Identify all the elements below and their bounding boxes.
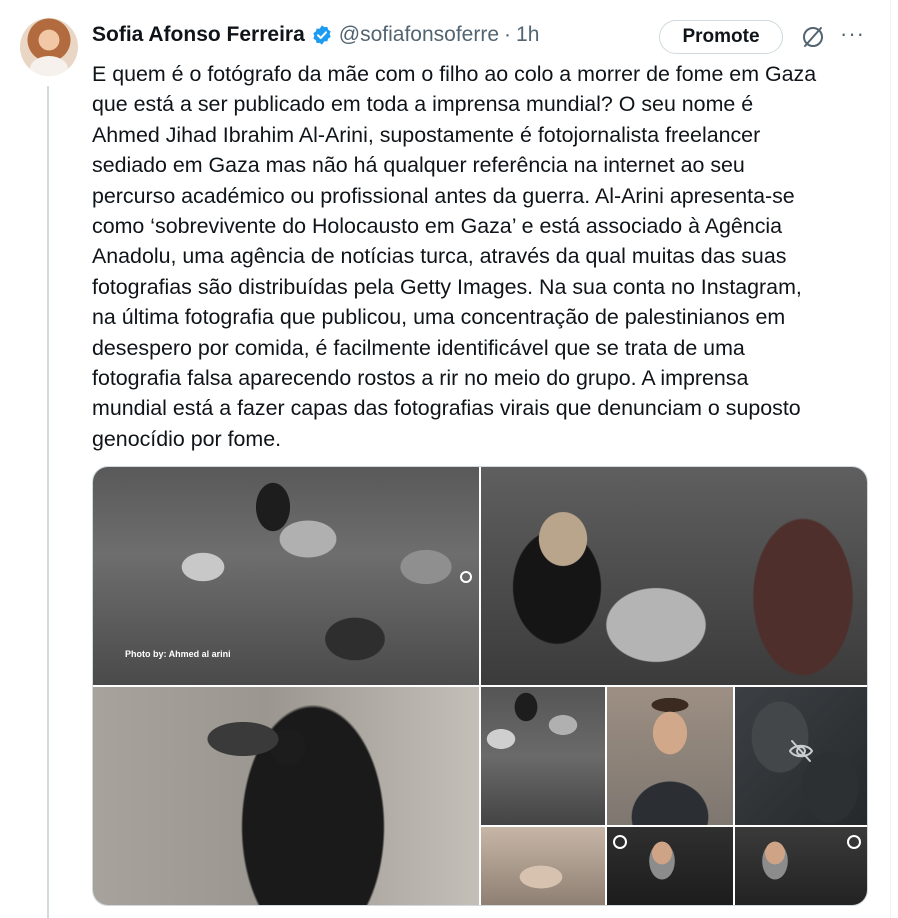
tweet-line: fotografias são distribuídas pela Getty …: [92, 274, 802, 299]
tweet-line: mundial está a fazer capas das fotografi…: [92, 396, 801, 421]
instagram-tile-woman-2[interactable]: [735, 827, 867, 905]
photo-crowd-with-pots[interactable]: Photo by: Ahmed al arini: [93, 467, 479, 685]
reel-icon: [847, 835, 861, 849]
timeline-border: [890, 0, 891, 918]
tweet-line: fotografia falsa aparecendo rostos a rir…: [92, 366, 749, 391]
instagram-tile-portrait[interactable]: [607, 687, 733, 825]
tweet-header: Sofia Afonso Ferreira @sofiafonsoferre ·…: [92, 20, 539, 50]
tweet-line: como ‘sobrevivente do Holocausto em Gaza…: [92, 214, 783, 239]
promote-button[interactable]: Promote: [659, 20, 783, 54]
tweet-line: sediado em Gaza mas não há qualquer refe…: [92, 153, 745, 178]
photo-girl-with-pot[interactable]: [481, 467, 867, 685]
eye-slash-icon: [788, 740, 814, 762]
grok-slash-icon[interactable]: [800, 24, 826, 50]
thread-line: [47, 86, 49, 918]
tweet-line: na última fotografia que publicou, uma c…: [92, 305, 786, 330]
tweet-line: Ahmed Jihad Ibrahim Al-Arini, supostamen…: [92, 122, 761, 147]
media-grid: Photo by: Ahmed al arini: [92, 466, 868, 906]
tweet-line: desespero por comida, é facilmente ident…: [92, 335, 745, 360]
photo-credit: Photo by: Ahmed al arini: [125, 649, 231, 659]
avatar[interactable]: [20, 18, 78, 76]
instagram-tile-hidden[interactable]: [735, 687, 867, 825]
instagram-tile-woman-1[interactable]: [607, 827, 733, 905]
tweet-line: genocídio por fome.: [92, 426, 282, 451]
avatar-shoulders: [30, 56, 68, 76]
tweet-text: E quem é o fotógrafo da mãe com o filho …: [92, 59, 882, 454]
photo-camera-gimbal[interactable]: [93, 687, 479, 905]
tweet-line: percurso académico ou profissional antes…: [92, 183, 795, 208]
tweet-line: E quem é o fotógrafo da mãe com o filho …: [92, 62, 817, 86]
instagram-tile-crowd[interactable]: [481, 687, 605, 825]
post-time[interactable]: 1h: [516, 23, 539, 47]
tweet-line: que está a ser publicado em toda a impre…: [92, 92, 754, 117]
reel-icon: [613, 835, 627, 849]
tweet-line: Anadolu, uma agência de notícias turca, …: [92, 244, 787, 269]
author-handle[interactable]: @sofiafonsoferre: [339, 23, 499, 47]
separator-dot: ·: [504, 23, 512, 46]
verified-badge-icon: [313, 25, 331, 45]
author-name[interactable]: Sofia Afonso Ferreira: [92, 23, 305, 47]
more-horizontal-icon[interactable]: ···: [840, 23, 864, 48]
carousel-indicator-icon: [460, 571, 472, 583]
instagram-tile-child[interactable]: [481, 827, 605, 905]
